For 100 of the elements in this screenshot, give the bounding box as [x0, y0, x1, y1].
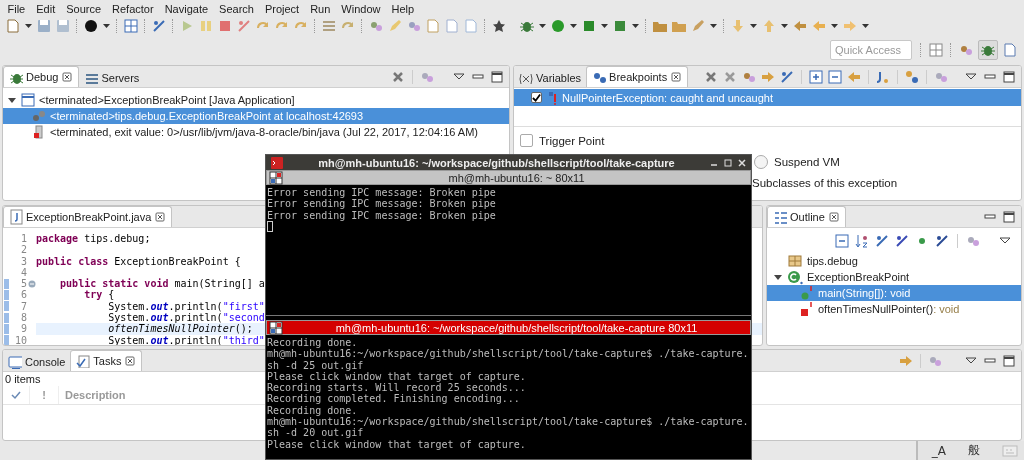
line-number: 3: [19, 255, 27, 267]
tree-item[interactable]: <terminated>ExceptionBreakPoint [Java Application]: [3, 92, 509, 108]
checkbox[interactable]: [531, 92, 542, 103]
terminal-line: Recording starts. Will record 25 seconds...: [267, 382, 527, 394]
caret-icon[interactable]: [538, 21, 547, 31]
collapse-all-icon[interactable]: [834, 232, 850, 249]
close-icon[interactable]: [61, 71, 74, 83]
sort-icon[interactable]: [854, 232, 870, 249]
menu-item[interactable]: Edit: [30, 2, 61, 15]
breakpoint-props-icon[interactable]: [904, 69, 920, 85]
radio-button[interactable]: [754, 154, 768, 169]
menu-item[interactable]: Project: [259, 2, 305, 15]
class-icon: [787, 269, 803, 285]
window-title: mh@mh-ubuntu16: ~/workspace/github/shellscript/tool/take-capture: [317, 156, 676, 169]
panel-tab[interactable]: Debug: [3, 66, 80, 87]
java-perspective-icon[interactable]: [1002, 42, 1018, 58]
caret-icon[interactable]: [861, 21, 870, 31]
close-icon[interactable]: [737, 156, 747, 169]
close-icon[interactable]: [827, 211, 840, 223]
breakpoints-icon: [592, 70, 607, 84]
outline-icon: [773, 210, 787, 224]
caret-icon[interactable]: [631, 21, 640, 31]
input-method-indicator[interactable]: 般: [968, 442, 980, 459]
tree-item[interactable]: <terminated, exit value: 0>/usr/lib/jvm/java-8-oracle/bin/java (Jul 22, 2017, 12:04:16 AM): [3, 124, 509, 140]
disconnect-icon[interactable]: [236, 18, 252, 34]
input-method-indicator[interactable]: _A: [931, 443, 946, 458]
close-icon[interactable]: [670, 71, 683, 83]
menu-item[interactable]: Refactor: [106, 2, 160, 15]
filters-icon[interactable]: [898, 353, 914, 369]
document-icon[interactable]: [463, 18, 479, 34]
monitor-icon[interactable]: [123, 18, 139, 34]
open-perspective-icon[interactable]: [928, 42, 944, 58]
terminal-menu-icon[interactable]: [269, 320, 283, 335]
menu-item[interactable]: Run: [304, 2, 336, 15]
go-to-file-icon[interactable]: [760, 69, 776, 85]
external-tools-icon[interactable]: [612, 18, 628, 34]
item-count: 0 items: [4, 372, 41, 386]
document-icon[interactable]: [425, 18, 441, 34]
quick-access-field[interactable]: Quick Access: [830, 40, 912, 60]
maximize-icon[interactable]: [1001, 69, 1017, 85]
save-all-icon[interactable]: [55, 18, 71, 34]
panel-tab[interactable]: Tasks: [70, 350, 143, 371]
caret-icon[interactable]: [600, 21, 609, 31]
menu-item[interactable]: Navigate: [159, 2, 214, 15]
skip-icon[interactable]: [151, 18, 167, 34]
caret-icon[interactable]: [749, 21, 758, 31]
panel-tab[interactable]: Outline: [767, 206, 846, 227]
star-icon[interactable]: [491, 18, 507, 34]
caret-icon[interactable]: [569, 21, 578, 31]
link-editor-icon[interactable]: [846, 69, 862, 85]
list-icon[interactable]: [321, 18, 337, 34]
tasks-icon: [76, 354, 91, 368]
maximize-icon[interactable]: [723, 156, 733, 169]
caret-icon[interactable]: [24, 21, 33, 31]
caret-icon[interactable]: [780, 21, 789, 31]
collapse-all-icon[interactable]: [827, 69, 843, 85]
maximize-icon[interactable]: [1001, 353, 1017, 369]
expand-arrow-icon[interactable]: [773, 272, 783, 282]
outline-item[interactable]: ExceptionBreakPoint: [767, 269, 1021, 285]
close-icon[interactable]: [124, 355, 137, 367]
menu-item[interactable]: Source: [60, 2, 107, 15]
menu-item[interactable]: Window: [335, 2, 386, 15]
menu-item[interactable]: Help: [386, 2, 420, 15]
line-number: 6: [19, 289, 27, 301]
hide-fields-icon[interactable]: [874, 232, 890, 249]
terminal-line: Please click window that target of capture.: [267, 370, 527, 383]
panel-tab[interactable]: ExceptionBreakPoint.java: [3, 206, 173, 227]
panel-tab[interactable]: Breakpoints: [586, 66, 689, 87]
caret-icon[interactable]: [830, 21, 839, 31]
close-icon[interactable]: [154, 211, 167, 223]
code-line: try {: [84, 289, 115, 301]
terminal-line: mh@mh-ubuntu16:~/workspace/github/shellscript/tool/take-capture$ ./take-capture.: [267, 348, 750, 360]
hide-static-icon[interactable]: [894, 232, 910, 249]
caret-icon[interactable]: [709, 21, 718, 31]
panel-tab[interactable]: Servers: [79, 68, 145, 87]
maximize-icon[interactable]: [1001, 209, 1017, 225]
fold-icon[interactable]: [27, 279, 36, 288]
line-number: 2: [19, 244, 27, 256]
panel-tab[interactable]: Variables: [514, 68, 587, 87]
menu-item[interactable]: Search: [213, 2, 260, 15]
checkbox[interactable]: [520, 134, 533, 147]
document-icon[interactable]: [444, 18, 460, 34]
check-icon[interactable]: [11, 390, 21, 400]
trigger-point-checkbox[interactable]: Trigger Point: [520, 134, 605, 147]
java-exception-icon[interactable]: [875, 69, 891, 85]
panel-tab[interactable]: Console: [3, 352, 71, 371]
expand-all-icon[interactable]: [808, 69, 824, 85]
coverage-icon[interactable]: [581, 18, 597, 34]
outline-item[interactable]: oftenTimesNullPointer(): void: [767, 301, 1021, 317]
outline-item[interactable]: tips.debug: [767, 253, 1021, 269]
public-method-icon: [800, 285, 814, 301]
expand-arrow-icon[interactable]: [7, 95, 17, 105]
skip-icon[interactable]: [779, 69, 795, 85]
terminate-icon[interactable]: [217, 18, 233, 34]
hide-local-types-icon[interactable]: [934, 232, 950, 249]
menu-item[interactable]: File: [2, 2, 31, 15]
caret-icon[interactable]: [102, 21, 111, 31]
maximize-icon[interactable]: [489, 69, 505, 85]
terminal-menu-icon[interactable]: [269, 170, 283, 185]
java-file-icon: [9, 209, 23, 225]
